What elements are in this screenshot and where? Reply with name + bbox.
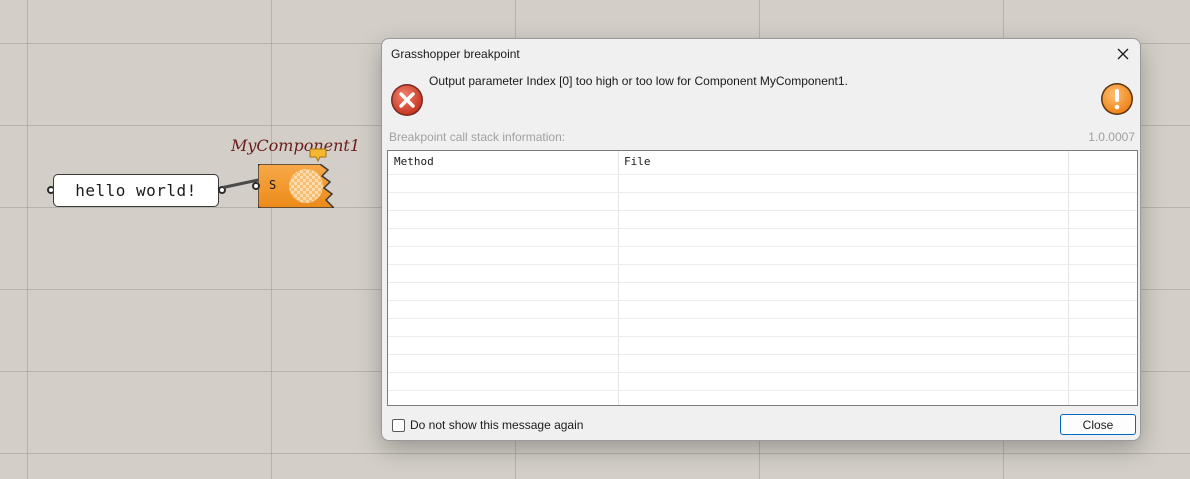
row-divider: [388, 174, 1137, 175]
row-divider: [388, 336, 1137, 337]
error-message: Output parameter Index [0] too high or t…: [429, 74, 848, 88]
message-balloon-icon[interactable]: [309, 148, 327, 162]
column-divider: [1068, 151, 1069, 405]
column-header-file[interactable]: File: [624, 151, 651, 173]
row-divider: [388, 372, 1137, 373]
breakpoint-dialog: Grasshopper breakpoint Output parameter …: [381, 38, 1141, 441]
column-divider: [618, 151, 619, 405]
checkbox-box[interactable]: [392, 418, 405, 432]
dont-show-again-checkbox[interactable]: Do not show this message again: [392, 418, 583, 432]
row-divider: [388, 390, 1137, 391]
component-input-label: S: [269, 178, 277, 192]
row-divider: [388, 228, 1137, 229]
column-header-method[interactable]: Method: [394, 151, 434, 173]
row-divider: [388, 282, 1137, 283]
checkbox-label[interactable]: Do not show this message again: [410, 418, 583, 432]
dialog-title: Grasshopper breakpoint: [391, 47, 520, 61]
close-button[interactable]: Close: [1060, 414, 1136, 435]
close-icon[interactable]: [1112, 43, 1134, 65]
version-label: 1.0.0007: [1088, 130, 1135, 144]
row-divider: [388, 300, 1137, 301]
warning-exclamation-icon: [1101, 83, 1133, 115]
call-stack-label: Breakpoint call stack information:: [389, 130, 566, 144]
component-name-label: MyComponent1: [231, 136, 361, 155]
row-divider: [388, 318, 1137, 319]
row-divider: [388, 192, 1137, 193]
component-input-grip[interactable]: [252, 182, 260, 190]
error-circle-icon: [391, 84, 423, 116]
row-divider: [388, 354, 1137, 355]
row-divider: [388, 264, 1137, 265]
row-divider: [388, 246, 1137, 247]
text-panel[interactable]: hello world!: [53, 174, 219, 207]
call-stack-table[interactable]: Method File: [387, 150, 1138, 406]
row-divider: [388, 210, 1137, 211]
